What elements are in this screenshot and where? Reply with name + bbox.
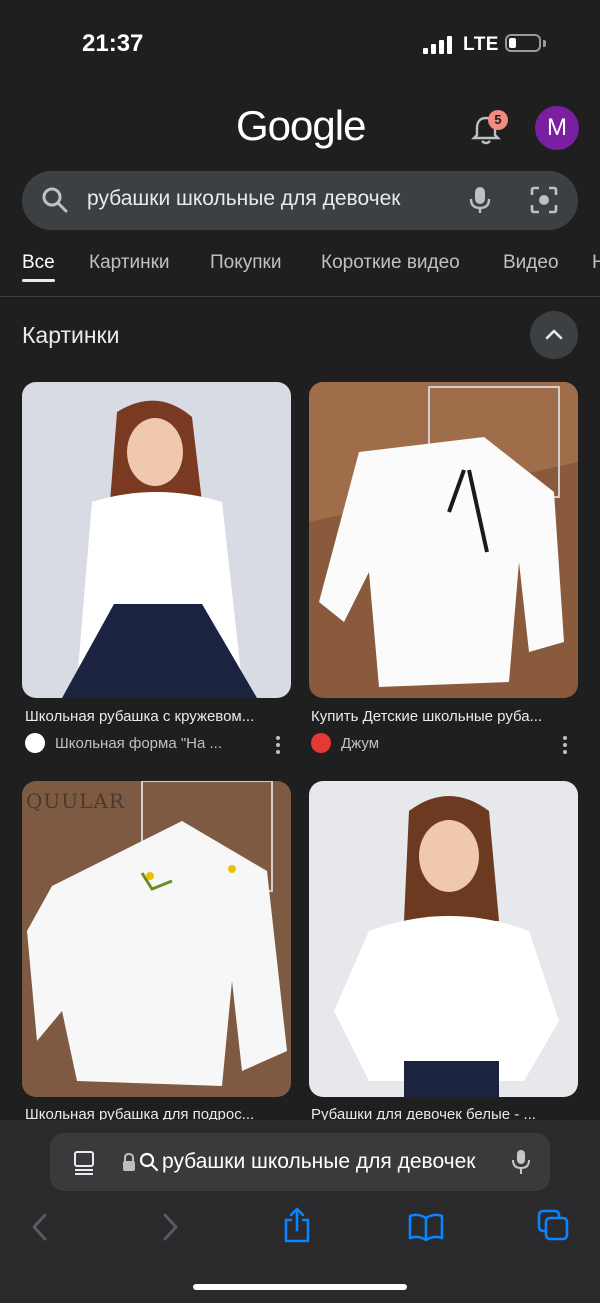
back-icon[interactable] (30, 1212, 50, 1242)
battery-icon (505, 34, 541, 52)
avatar[interactable]: M (535, 106, 579, 150)
result-caption[interactable]: Школьная рубашка с кружевом... (25, 708, 293, 725)
result-source[interactable]: Джум (341, 735, 379, 752)
search-icon (139, 1152, 159, 1172)
source-favicon-icon (25, 733, 45, 753)
active-tab-indicator (22, 279, 55, 282)
source-favicon-icon (311, 733, 331, 753)
bookmarks-icon[interactable] (408, 1212, 444, 1242)
mic-icon[interactable] (466, 185, 494, 215)
more-options-icon[interactable] (561, 736, 569, 756)
divider (0, 296, 600, 297)
image-result-thumbnail[interactable] (309, 382, 578, 698)
collapse-button[interactable] (530, 311, 578, 359)
tab-all[interactable]: Все (22, 252, 55, 274)
image-result-thumbnail[interactable]: QUULAR (22, 781, 291, 1097)
search-icon (42, 187, 68, 213)
tab-news[interactable]: Н (592, 252, 600, 274)
address-text[interactable]: рубашки школьные для девочек (162, 1150, 490, 1174)
image-result-thumbnail[interactable] (309, 781, 578, 1097)
home-indicator[interactable] (193, 1284, 407, 1290)
search-input[interactable]: рубашки школьные для девочек (87, 187, 417, 211)
forward-icon[interactable] (160, 1212, 180, 1242)
tab-images[interactable]: Картинки (89, 252, 170, 274)
cellular-signal-icon (423, 36, 453, 54)
image-result-thumbnail[interactable] (22, 382, 291, 698)
lens-icon[interactable] (528, 185, 560, 215)
mic-icon[interactable] (510, 1148, 532, 1176)
status-time: 21:37 (82, 30, 144, 57)
lock-icon (123, 1153, 135, 1171)
chevron-up-icon (545, 329, 563, 340)
reader-icon[interactable] (72, 1150, 96, 1176)
network-type: LTE (463, 34, 499, 55)
share-icon[interactable] (282, 1206, 312, 1244)
more-options-icon[interactable] (274, 736, 282, 756)
image-watermark: QUULAR (26, 789, 125, 813)
notification-badge: 5 (488, 110, 508, 130)
images-section-title: Картинки (22, 322, 120, 348)
google-logo[interactable]: Google (236, 102, 366, 150)
result-caption[interactable]: Купить Детские школьные руба... (311, 708, 579, 725)
tabs-icon[interactable] (536, 1208, 570, 1242)
tab-shopping[interactable]: Покупки (210, 252, 281, 274)
tab-videos[interactable]: Видео (503, 252, 559, 274)
tab-short-videos[interactable]: Короткие видео (321, 252, 460, 274)
result-source[interactable]: Школьная форма "На ... (55, 735, 222, 752)
battery-tip (543, 40, 546, 47)
